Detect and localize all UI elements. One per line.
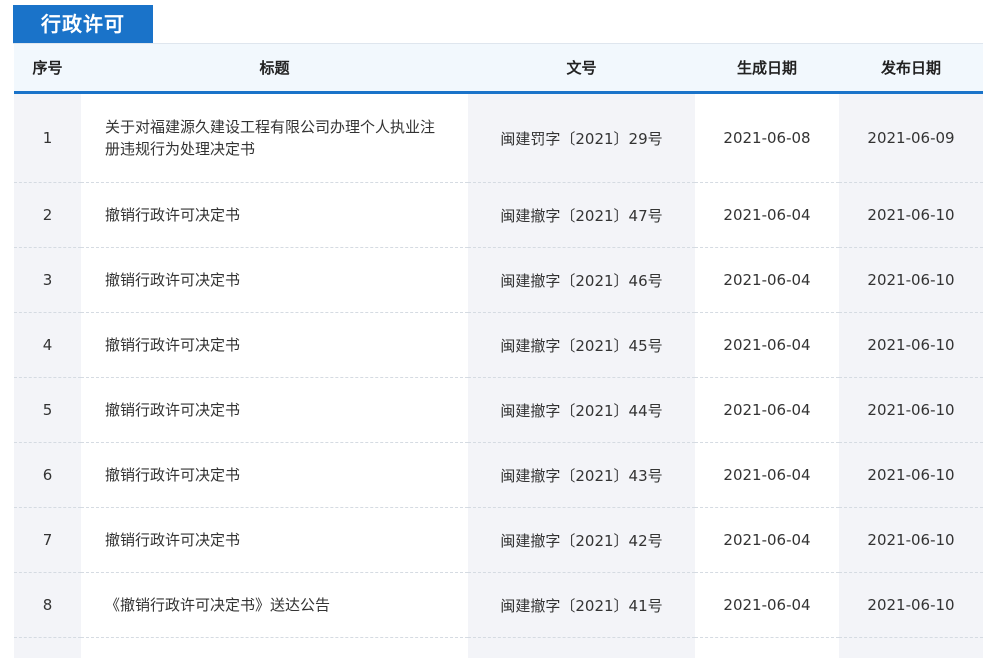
row-created-date: 2021-06-04 (695, 573, 839, 638)
table-row[interactable]: 8 《撤销行政许可决定书》送达公告 闽建撤字〔2021〕41号 2021-06-… (14, 573, 983, 638)
row-title-link[interactable]: 撤销行政许可决定书 (81, 313, 468, 378)
row-title-link[interactable]: 撤销行政许可决定书 (81, 378, 468, 443)
row-published-date: 2021-06-09 (839, 93, 983, 183)
row-published-date: 2021-06-10 (839, 378, 983, 443)
row-doc-number: 闽建撤字〔2021〕43号 (468, 443, 695, 508)
row-number: 5 (14, 378, 81, 443)
table-row[interactable]: 2 撤销行政许可决定书 闽建撤字〔2021〕47号 2021-06-04 202… (14, 183, 983, 248)
row-created-date: 2021-06-04 (695, 183, 839, 248)
table-row-partial (14, 638, 983, 658)
row-title-link[interactable]: 撤销行政许可决定书 (81, 183, 468, 248)
table-row[interactable]: 6 撤销行政许可决定书 闽建撤字〔2021〕43号 2021-06-04 202… (14, 443, 983, 508)
row-doc-number: 闽建罚字〔2021〕29号 (468, 93, 695, 183)
col-header-title: 标题 (81, 44, 468, 93)
col-header-created-date: 生成日期 (695, 44, 839, 93)
row-published-date: 2021-06-10 (839, 443, 983, 508)
row-created-date: 2021-06-04 (695, 313, 839, 378)
col-header-no: 序号 (14, 44, 81, 93)
row-published-date-cell (839, 638, 983, 658)
row-title-link[interactable]: 《撤销行政许可决定书》送达公告 (81, 573, 468, 638)
row-doc-number: 闽建撤字〔2021〕42号 (468, 508, 695, 573)
section-tab[interactable]: 行政许可 (13, 5, 153, 43)
row-title-link[interactable]: 撤销行政许可决定书 (81, 248, 468, 313)
row-doc-number: 闽建撤字〔2021〕47号 (468, 183, 695, 248)
table-row[interactable]: 7 撤销行政许可决定书 闽建撤字〔2021〕42号 2021-06-04 202… (14, 508, 983, 573)
row-doc-number-cell (468, 638, 695, 658)
row-doc-number: 闽建撤字〔2021〕44号 (468, 378, 695, 443)
permits-table: 序号 标题 文号 生成日期 发布日期 1 关于对福建源久建设工程有限公司办理个人… (14, 44, 983, 658)
row-number: 7 (14, 508, 81, 573)
row-created-date: 2021-06-04 (695, 443, 839, 508)
row-title-cell (81, 638, 468, 658)
row-title-link[interactable]: 关于对福建源久建设工程有限公司办理个人执业注册违规行为处理决定书 (81, 93, 468, 183)
row-published-date: 2021-06-10 (839, 183, 983, 248)
row-created-date-cell (695, 638, 839, 658)
row-published-date: 2021-06-10 (839, 313, 983, 378)
row-created-date: 2021-06-08 (695, 93, 839, 183)
row-title-link[interactable]: 撤销行政许可决定书 (81, 443, 468, 508)
row-doc-number: 闽建撤字〔2021〕41号 (468, 573, 695, 638)
row-number: 6 (14, 443, 81, 508)
row-number: 3 (14, 248, 81, 313)
row-created-date: 2021-06-04 (695, 508, 839, 573)
row-published-date: 2021-06-10 (839, 573, 983, 638)
row-created-date: 2021-06-04 (695, 248, 839, 313)
table-row[interactable]: 3 撤销行政许可决定书 闽建撤字〔2021〕46号 2021-06-04 202… (14, 248, 983, 313)
row-number: 8 (14, 573, 81, 638)
row-doc-number: 闽建撤字〔2021〕45号 (468, 313, 695, 378)
row-published-date: 2021-06-10 (839, 508, 983, 573)
col-header-published-date: 发布日期 (839, 44, 983, 93)
row-number: 1 (14, 93, 81, 183)
table-row[interactable]: 5 撤销行政许可决定书 闽建撤字〔2021〕44号 2021-06-04 202… (14, 378, 983, 443)
col-header-doc-no: 文号 (468, 44, 695, 93)
row-doc-number: 闽建撤字〔2021〕46号 (468, 248, 695, 313)
row-created-date: 2021-06-04 (695, 378, 839, 443)
table-header-row: 序号 标题 文号 生成日期 发布日期 (14, 44, 983, 93)
row-title-link[interactable]: 撤销行政许可决定书 (81, 508, 468, 573)
table-row[interactable]: 1 关于对福建源久建设工程有限公司办理个人执业注册违规行为处理决定书 闽建罚字〔… (14, 93, 983, 183)
row-number-cell (14, 638, 81, 658)
row-number: 2 (14, 183, 81, 248)
row-number: 4 (14, 313, 81, 378)
table-row[interactable]: 4 撤销行政许可决定书 闽建撤字〔2021〕45号 2021-06-04 202… (14, 313, 983, 378)
row-published-date: 2021-06-10 (839, 248, 983, 313)
